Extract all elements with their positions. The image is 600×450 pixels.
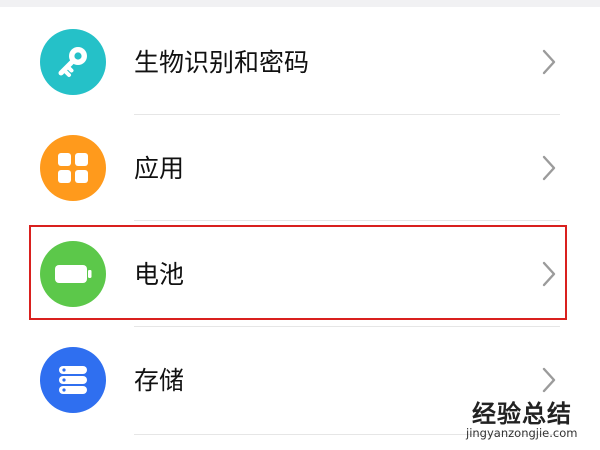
top-strip	[0, 0, 600, 7]
settings-item-label: 电池	[134, 260, 185, 289]
settings-item-label: 应用	[134, 154, 185, 183]
watermark-title: 经验总结	[472, 400, 572, 428]
key-icon	[40, 29, 106, 95]
chevron-right-icon	[542, 367, 556, 393]
battery-icon	[40, 241, 106, 307]
apps-grid-icon	[40, 135, 106, 201]
watermark-url: jingyanzongjie.com	[466, 426, 578, 440]
settings-item-biometrics[interactable]: 生物识别和密码	[0, 12, 600, 112]
chevron-right-icon	[542, 261, 556, 287]
divider	[134, 114, 560, 115]
settings-item-label: 生物识别和密码	[134, 48, 310, 77]
divider	[134, 326, 560, 327]
storage-icon	[40, 347, 106, 413]
settings-item-label: 存储	[134, 366, 185, 395]
chevron-right-icon	[542, 155, 556, 181]
chevron-right-icon	[542, 49, 556, 75]
settings-item-apps[interactable]: 应用	[0, 118, 600, 218]
divider	[134, 220, 560, 221]
settings-item-battery[interactable]: 电池	[0, 224, 600, 324]
